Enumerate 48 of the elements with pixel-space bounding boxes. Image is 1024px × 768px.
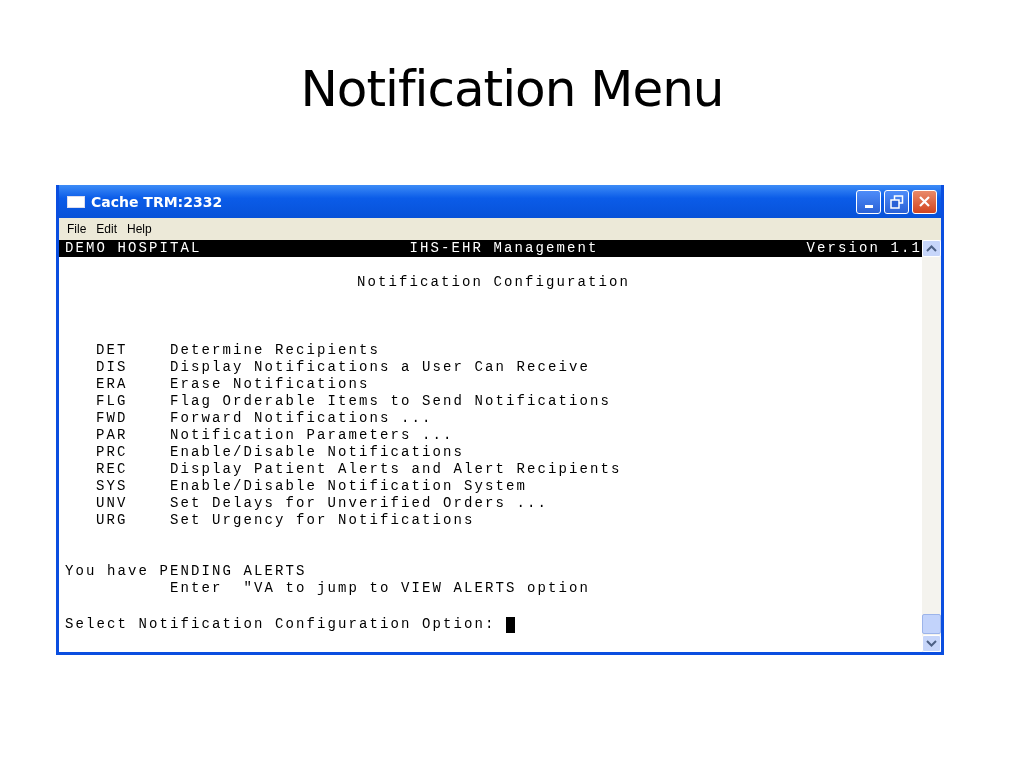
option-code: SYS	[96, 478, 129, 495]
option-code: PAR	[96, 427, 129, 444]
slide-title: Notification Menu	[300, 59, 724, 114]
option-code: ERA	[96, 376, 129, 393]
option-code: URG	[96, 512, 129, 529]
text-cursor	[505, 616, 515, 633]
option-code: UNV	[96, 495, 129, 512]
minimize-icon	[864, 204, 873, 208]
header-text: DEMO HOSPITAL	[65, 240, 202, 257]
close-button[interactable]	[912, 189, 937, 214]
scrollbar[interactable]	[922, 240, 941, 652]
scroll-up-button[interactable]	[922, 240, 941, 257]
option-code: FWD	[96, 410, 129, 427]
window-icon	[67, 195, 85, 208]
option-label: Forward Notifications ...	[170, 410, 433, 427]
option-code: DIS	[96, 359, 129, 376]
restore-icon	[889, 194, 904, 209]
header-text: IHS-EHR Management	[409, 240, 599, 257]
minimize-button[interactable]	[856, 189, 881, 214]
alert-notice: You have PENDING ALERTS	[65, 563, 307, 579]
scroll-down-button[interactable]	[922, 635, 941, 652]
option-label: Display Patient Alerts and Alert Recipients	[170, 461, 622, 478]
option-label: Notification Parameters ...	[170, 427, 454, 444]
restore-button[interactable]	[884, 189, 909, 214]
window-title: Cache TRM:2332	[91, 193, 223, 210]
option-label: Erase Notifications	[170, 376, 370, 393]
header-text: Version 1.1	[806, 240, 922, 257]
option-label: Set Delays for Unverified Orders ...	[170, 495, 549, 512]
option-code: REC	[96, 461, 129, 478]
caret-down-icon	[926, 640, 937, 647]
option-label: Flag Orderable Items to Send Notifications	[170, 393, 612, 410]
screen-title: Notification Configuration	[356, 274, 630, 291]
scroll-thumb[interactable]	[922, 614, 941, 634]
menu-item[interactable]: Edit	[96, 222, 118, 236]
option-label: Set Urgency for Notifications	[170, 512, 475, 529]
alert-hint: Enter "VA to jump to VIEW ALERTS option	[170, 580, 591, 596]
caret-up-icon	[926, 245, 937, 252]
option-code: PRC	[96, 444, 129, 461]
option-label: Display Notifications a User Can Receive	[170, 359, 591, 376]
option-label: Enable/Disable Notification System	[170, 478, 528, 495]
menu-item[interactable]: File	[67, 222, 87, 236]
option-label: Determine Recipients	[170, 342, 381, 359]
close-icon	[919, 196, 930, 207]
option-code: DET	[96, 342, 129, 359]
option-code: FLG	[96, 393, 129, 410]
command-prompt: Select Notification Configuration Option:	[65, 616, 496, 633]
option-label: Enable/Disable Notifications	[170, 444, 465, 461]
menu-item[interactable]: Help	[127, 222, 152, 236]
